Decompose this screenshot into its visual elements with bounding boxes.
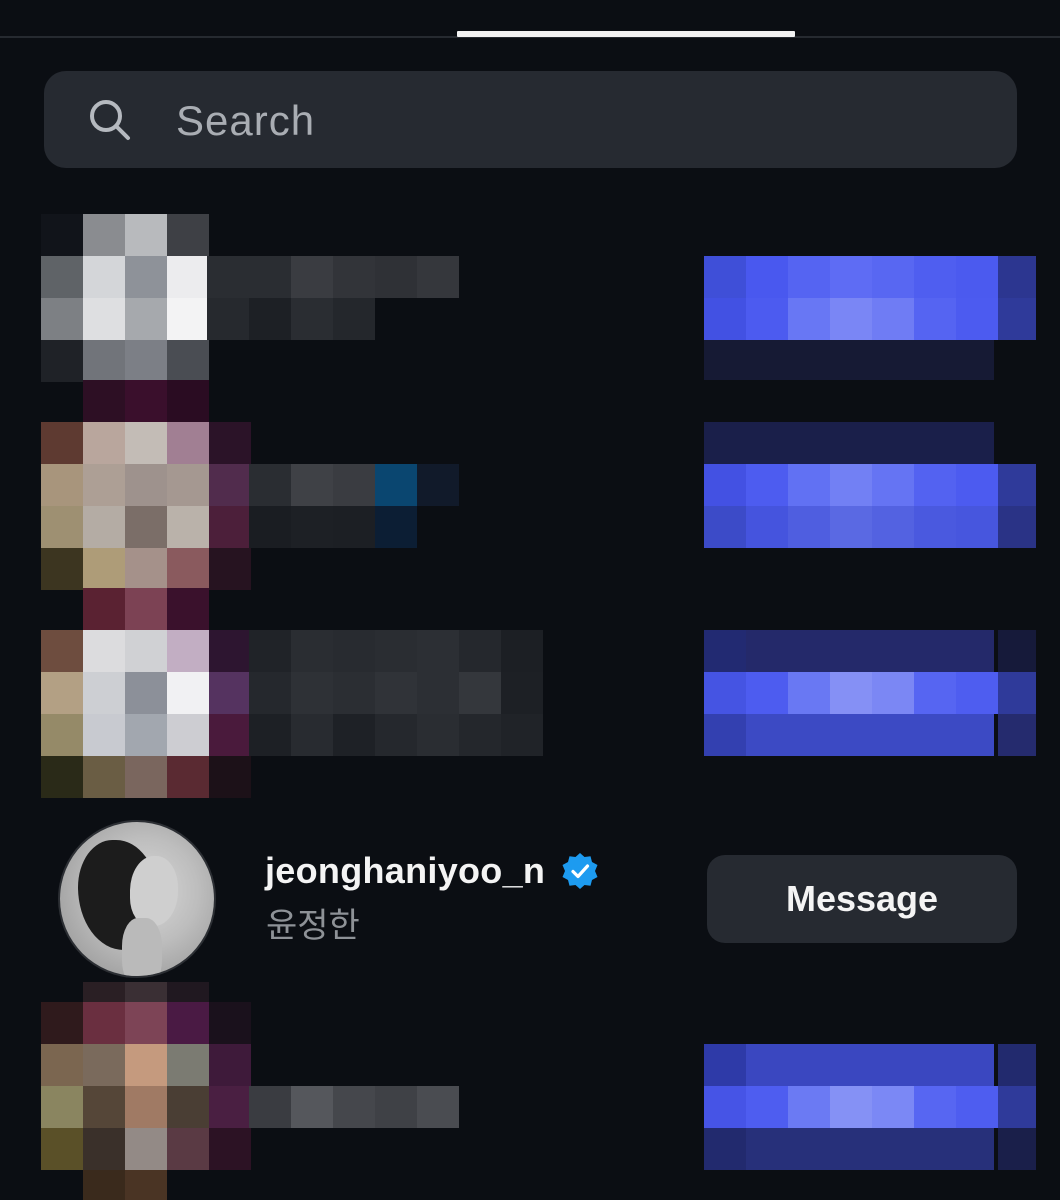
- verified-badge-icon: [561, 852, 599, 890]
- search-input[interactable]: [174, 91, 978, 151]
- profile-list-item[interactable]: jeonghaniyoo_n 윤정한 Message: [0, 818, 1060, 982]
- message-button[interactable]: Message: [707, 855, 1017, 943]
- search-bar[interactable]: [44, 71, 1017, 168]
- list-item-redacted-4[interactable]: [0, 982, 1060, 1200]
- list-item-redacted-1[interactable]: [0, 214, 1060, 382]
- active-tab-indicator: [457, 31, 795, 37]
- username[interactable]: jeonghaniyoo_n: [265, 850, 545, 892]
- list-item-redacted-3[interactable]: [0, 588, 1060, 818]
- list-item-redacted-2[interactable]: [0, 380, 1060, 590]
- full-name: 윤정한: [266, 907, 360, 945]
- avatar[interactable]: [60, 822, 214, 976]
- search-icon: [88, 98, 132, 142]
